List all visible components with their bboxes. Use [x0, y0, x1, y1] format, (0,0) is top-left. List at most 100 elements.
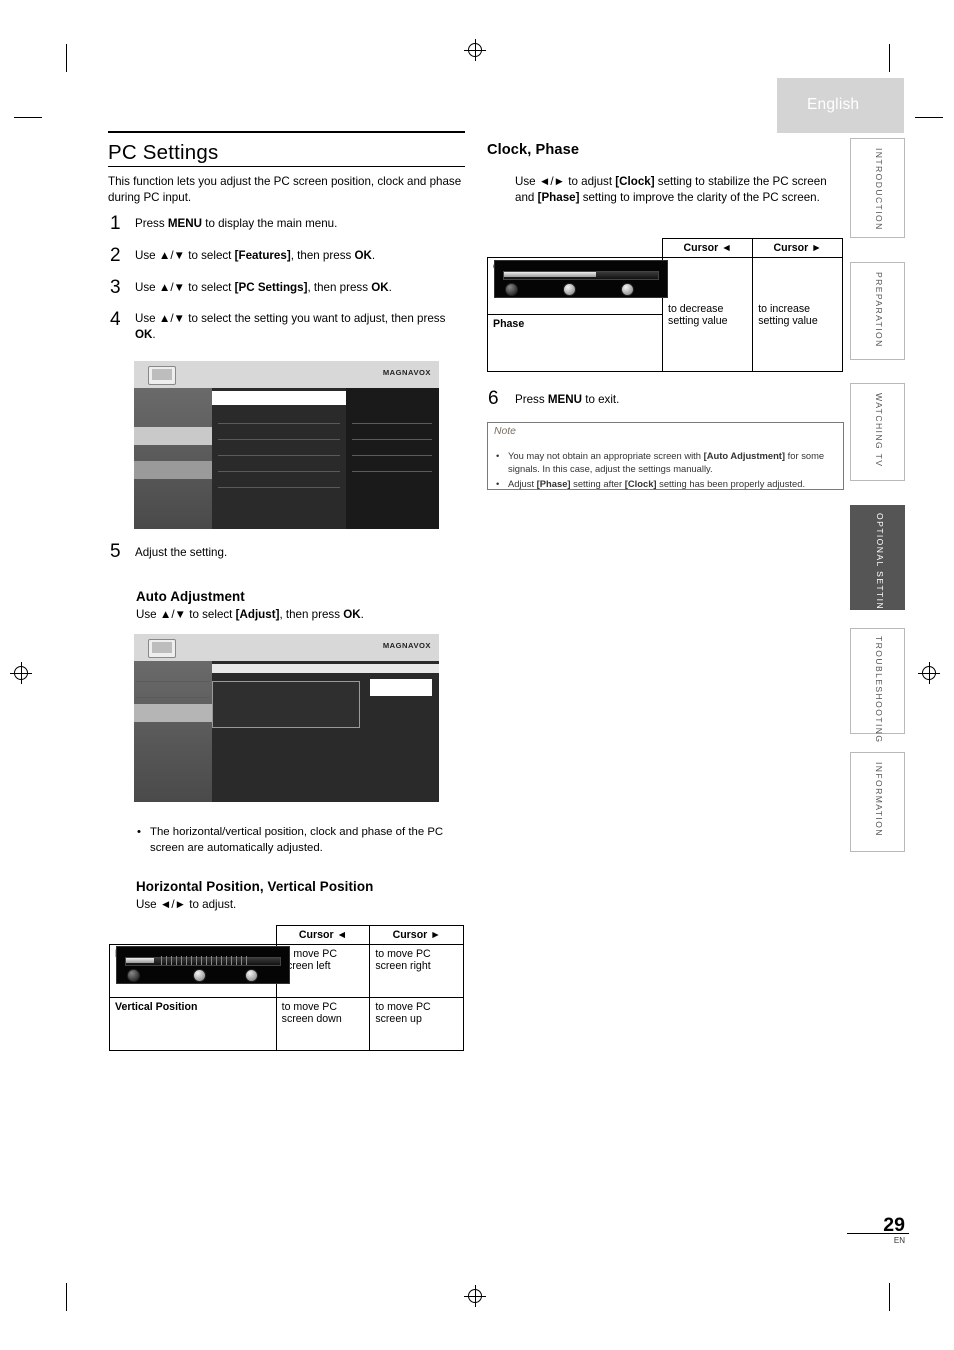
cell-right-clock-phase: to increase setting value — [752, 257, 843, 372]
note-line-text: Adjust [Phase] setting after [Clock] set… — [508, 478, 806, 489]
step-5-text: Adjust the setting. — [135, 546, 228, 559]
crop-mark — [66, 1283, 67, 1311]
sidebar-item-label: OPTIONAL SETTING — [875, 513, 885, 619]
note-line: • Adjust [Phase] setting after [Clock] s… — [496, 477, 838, 490]
sidebar-item-label: TROUBLESHOOTING — [874, 636, 884, 744]
auto-adjustment-bullet: • The horizontal/vertical position, cloc… — [137, 824, 467, 856]
crop-mark — [66, 44, 67, 72]
brand-logo: MAGNAVOX — [382, 368, 431, 377]
auto-adjustment-heading: Auto Adjustment — [136, 589, 245, 604]
step-5-number: 5 — [110, 541, 121, 562]
note-line-text: You may not obtain an appropriate screen… — [508, 450, 825, 474]
osd-adjust-value — [370, 679, 432, 696]
registration-mark — [464, 39, 486, 61]
slider-knob[interactable] — [244, 968, 258, 982]
step-6-number: 6 — [488, 388, 499, 409]
table-row: Vertical Position to move PC screen down… — [109, 945, 464, 1051]
language-tab-label: English — [807, 96, 860, 113]
osd-left-selection — [134, 427, 212, 445]
step-1-number: 1 — [110, 213, 121, 234]
osd-screenshot-pc-settings: MAGNAVOX — [134, 361, 439, 529]
hv-position-table: Cursor ◄ Cursor ► Horizontal Position to… — [109, 925, 464, 1051]
language-tab: English — [777, 78, 904, 133]
sidebar-item-watching-tv[interactable]: WATCHING TV — [850, 383, 905, 481]
osd-left-pane — [134, 388, 212, 529]
osd-divider — [352, 423, 432, 424]
slider-knob[interactable] — [126, 968, 140, 982]
tv-icon — [148, 639, 176, 658]
table-header-row: Cursor ◄ Cursor ► — [109, 925, 464, 945]
sidebar-item-optional-setting[interactable]: OPTIONAL SETTING — [850, 505, 905, 618]
step-1-text: Press MENU to display the main menu. — [135, 217, 338, 230]
th-blank — [109, 925, 277, 945]
row-label-vertical-position: Vertical Position — [109, 945, 290, 1051]
page-title: PC Settings — [108, 141, 219, 164]
osd-divider — [136, 681, 210, 682]
slider-knob[interactable] — [562, 282, 576, 296]
intro-paragraph: This function lets you adjust the PC scr… — [108, 175, 462, 204]
slider-knob[interactable] — [620, 282, 634, 296]
osd-divider — [218, 487, 340, 488]
phase-slider[interactable] — [493, 259, 668, 298]
sidebar-item-label: PREPARATION — [874, 272, 884, 348]
osd-divider — [352, 439, 432, 440]
note-title: Note — [494, 426, 516, 437]
registration-mark — [10, 662, 32, 684]
registration-mark — [464, 1285, 486, 1307]
osd-divider — [352, 455, 432, 456]
sidebar-item-label: WATCHING TV — [874, 393, 884, 468]
cell-left-clock-phase: to decrease setting value — [662, 257, 754, 372]
step-2-number: 2 — [110, 245, 121, 266]
osd-divider — [352, 471, 432, 472]
step-4-text: Use ▲/▼ to select the setting you want t… — [135, 312, 446, 341]
cell-right-vertical: to move PC screen up — [369, 997, 464, 1051]
sidebar-item-preparation[interactable]: PREPARATION — [850, 262, 905, 360]
slider-knob[interactable] — [192, 968, 206, 982]
row-label-text: Vertical Position — [115, 1001, 198, 1013]
th-blank — [487, 238, 664, 258]
step-4-number: 4 — [110, 309, 121, 330]
osd-right-pane — [346, 388, 439, 529]
title-rule — [108, 131, 465, 133]
brand-logo: MAGNAVOX — [382, 641, 431, 650]
slider-fill — [503, 271, 596, 277]
cell-left-vertical: to move PC screen down — [275, 997, 371, 1051]
step-6-text: Press MENU to exit. — [515, 393, 620, 406]
osd-screenshot-auto-adjustment: MAGNAVOX — [134, 634, 439, 802]
sidebar-item-information[interactable]: INFORMATION — [850, 752, 905, 852]
cell-right-horizontal: to move PC screen right — [369, 944, 464, 998]
hv-position-heading: Horizontal Position, Vertical Position — [136, 879, 374, 894]
auto-adjustment-line: Use ▲/▼ to select [Adjust], then press O… — [136, 608, 364, 621]
osd-adjust-dialog — [212, 681, 360, 728]
cell-left-horizontal: to move PC screen left — [275, 944, 371, 998]
step-3-text: Use ▲/▼ to select [PC Settings], then pr… — [135, 281, 392, 294]
crop-mark — [889, 1283, 890, 1311]
auto-adjustment-bullet-text: The horizontal/vertical position, clock … — [150, 826, 444, 854]
hv-position-line: Use ◄/► to adjust. — [136, 898, 237, 911]
crop-mark — [889, 44, 890, 72]
sidebar-item-label: INTRODUCTION — [874, 148, 884, 231]
note-box: Note • You may not obtain an appropriate… — [487, 422, 844, 490]
osd-divider — [136, 697, 210, 698]
osd-divider — [218, 423, 340, 424]
table-header-row: Cursor ◄ Cursor ► — [487, 238, 843, 258]
osd-divider — [218, 455, 340, 456]
osd-divider — [218, 471, 340, 472]
slider-ticks — [160, 955, 251, 965]
osd-highlight-row — [212, 391, 346, 405]
clock-phase-table: Cursor ◄ Cursor ► Clock to decrease sett… — [486, 238, 843, 372]
osd-left-selection — [134, 461, 212, 479]
slider-knob[interactable] — [504, 282, 518, 296]
row-label-text: Phase — [493, 318, 525, 330]
step-2-text: Use ▲/▼ to select [Features], then press… — [135, 249, 376, 262]
osd-left-selection — [134, 704, 212, 722]
clock-phase-heading: Clock, Phase — [487, 142, 580, 158]
vertical-position-slider[interactable] — [115, 945, 290, 984]
sidebar-item-troubleshooting[interactable]: TROUBLESHOOTING — [850, 628, 905, 743]
th-cursor-left: Cursor ◄ — [275, 925, 371, 945]
language-code: EN — [893, 1236, 905, 1245]
osd-middle-pane — [212, 388, 346, 529]
sidebar-item-introduction[interactable]: INTRODUCTION — [850, 138, 905, 238]
osd-divider — [218, 439, 340, 440]
th-cursor-left: Cursor ◄ — [662, 238, 754, 258]
